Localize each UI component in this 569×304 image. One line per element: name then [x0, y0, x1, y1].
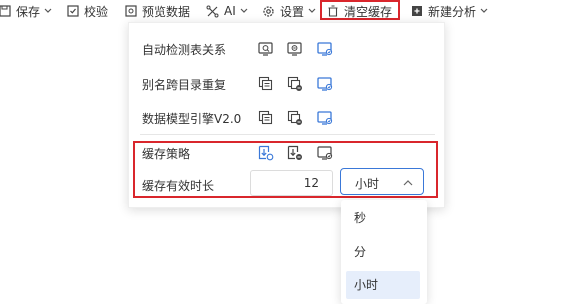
new-analysis-label: 新建分析 [428, 4, 477, 19]
chevron-up-icon [402, 177, 414, 187]
save-label: 保存 [16, 4, 41, 19]
monitor-check-icon[interactable] [317, 145, 333, 161]
toolbar: 保存 校验 预览数据 AI 设置 清空缓存 新建分析 [0, 0, 569, 22]
validate-label: 校验 [84, 4, 109, 19]
row-label-auto-detect: 自动检测表关系 [142, 43, 227, 57]
ai-menu[interactable]: AI [206, 2, 248, 20]
time-unit-select[interactable]: 小时 [340, 168, 424, 195]
option-hour[interactable]: 小时 [346, 271, 420, 299]
download-refresh-icon[interactable] [258, 145, 274, 161]
monitor-search-icon[interactable] [258, 41, 274, 57]
copy-doc-minus-icon[interactable] [287, 110, 303, 126]
gear-icon [262, 5, 275, 18]
ai-label: AI [224, 4, 236, 18]
monitor-minus-icon[interactable] [287, 41, 303, 57]
time-unit-value: 小时 [355, 177, 380, 191]
download-minus-icon[interactable] [287, 145, 303, 161]
monitor-active-icon[interactable] [317, 76, 333, 92]
new-analysis-menu[interactable]: 新建分析 [410, 2, 488, 20]
chevron-down-icon [44, 7, 52, 15]
clear-cache-highlight [320, 0, 400, 20]
option-minute[interactable]: 分 [346, 238, 420, 266]
row-label-alias-duplicate: 别名跨目录重复 [142, 78, 227, 92]
preview-label: 预览数据 [142, 4, 191, 19]
monitor-active-icon[interactable] [317, 110, 333, 126]
validate-button[interactable]: 校验 [66, 2, 108, 20]
preview-data-button[interactable]: 预览数据 [124, 2, 190, 20]
settings-menu[interactable]: 设置 [262, 2, 316, 20]
copy-doc-icon[interactable] [258, 76, 274, 92]
new-analysis-icon [410, 5, 423, 18]
chevron-down-icon [308, 7, 316, 15]
cache-strategy-label: 缓存策略 [142, 147, 191, 161]
save-icon [0, 5, 11, 18]
cache-duration-input[interactable]: 12 [250, 170, 333, 196]
ai-icon [206, 5, 219, 18]
save-menu[interactable]: 保存 [0, 2, 52, 20]
row-label-engine-v2: 数据模型引擎V2.0 [142, 112, 242, 126]
cache-duration-label: 缓存有效时长 [142, 179, 215, 193]
chevron-down-icon [480, 7, 488, 15]
chevron-down-icon [240, 7, 248, 15]
time-unit-dropdown: 秒 分 小时 [341, 200, 427, 304]
validate-icon [66, 5, 79, 18]
preview-icon [124, 5, 137, 18]
panel-divider [140, 134, 435, 135]
option-second[interactable]: 秒 [346, 204, 420, 232]
copy-doc-icon[interactable] [258, 110, 274, 126]
copy-doc-minus-icon[interactable] [287, 76, 303, 92]
settings-label: 设置 [280, 4, 305, 19]
monitor-active-icon[interactable] [317, 41, 333, 57]
